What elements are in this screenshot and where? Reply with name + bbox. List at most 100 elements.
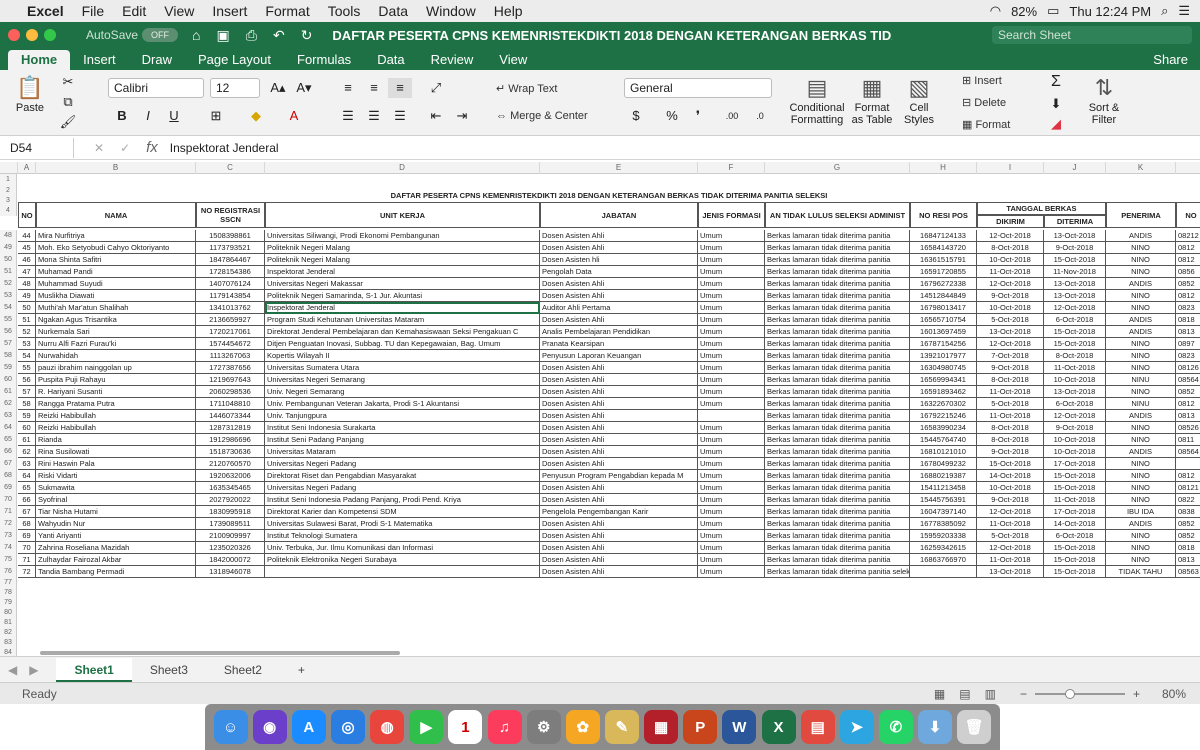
cell-nama[interactable]: Moh. Eko Setyobudi Cahyo Oktoriyanto xyxy=(36,242,196,254)
dock-downloads-icon[interactable]: ⬇ xyxy=(918,710,953,744)
app-menu[interactable]: Excel xyxy=(18,3,73,19)
cell-ket[interactable]: Berkas lamaran tidak diterima panitia xyxy=(765,314,910,326)
normal-view-icon[interactable]: ▦ xyxy=(934,687,945,701)
cell-resi[interactable]: 13921017977 xyxy=(910,350,977,362)
cell-unit[interactable]: Univ. Pembangunan Veteran Jakarta, Prodi… xyxy=(265,398,540,410)
cell-resi[interactable]: 16796272338 xyxy=(910,278,977,290)
row-header[interactable]: 58 xyxy=(0,350,17,362)
cell-ket[interactable]: Berkas lamaran tidak diterima panitia xyxy=(765,434,910,446)
cell-terima[interactable]: 10-Oct-2018 xyxy=(1044,374,1106,386)
fill-color-icon[interactable]: ◆ xyxy=(244,106,268,126)
cell-jenis[interactable]: Umum xyxy=(698,230,765,242)
cell-x[interactable]: 0811 xyxy=(1176,434,1200,446)
cell-x[interactable]: 0897 xyxy=(1176,338,1200,350)
cell-nama[interactable]: Reizki Habibullah xyxy=(36,422,196,434)
cell-nama[interactable]: Zulhaydar Fairozal Akbar xyxy=(36,554,196,566)
cell-reg[interactable]: 1720217061 xyxy=(196,326,265,338)
cell-pen[interactable]: NINO xyxy=(1106,494,1176,506)
cell-terima[interactable]: 10-Oct-2018 xyxy=(1044,434,1106,446)
cell-no[interactable]: 45 xyxy=(18,242,36,254)
cell-pen[interactable]: NINO xyxy=(1106,458,1176,470)
cell-unit[interactable]: Direktorat Jenderal Pembelajaran dan Kem… xyxy=(265,326,540,338)
cell-jenis[interactable] xyxy=(698,410,765,422)
cell-jenis[interactable]: Umum xyxy=(698,554,765,566)
cell-kirim[interactable]: 10-Oct-2018 xyxy=(977,254,1044,266)
cell-jab[interactable]: Dosen Asisten Ahli xyxy=(540,314,698,326)
cell-jab[interactable]: Dosen Asisten Ahli xyxy=(540,374,698,386)
cell-kirim[interactable]: 13-Oct-2018 xyxy=(977,326,1044,338)
zoom-in-button[interactable]: + xyxy=(1133,687,1140,701)
align-left-icon[interactable]: ☰ xyxy=(336,106,360,126)
cell-x[interactable]: 0812 xyxy=(1176,470,1200,482)
row-header[interactable]: 52 xyxy=(0,278,17,290)
cell-ket[interactable]: Berkas lamaran tidak diterima panitia xyxy=(765,290,910,302)
battery-icon[interactable]: ▭ xyxy=(1047,3,1059,19)
insert-cells-button[interactable]: ⊞ Insert xyxy=(962,74,1002,87)
cell-jab[interactable]: Analis Pembelajaran Pendidikan xyxy=(540,326,698,338)
function-icon[interactable]: fx xyxy=(146,139,158,156)
cell-terima[interactable]: 14-Oct-2018 xyxy=(1044,518,1106,530)
cell-kirim[interactable]: 8-Oct-2018 xyxy=(977,242,1044,254)
cell-unit[interactable]: Institut Seni Indonesia Surakarta xyxy=(265,422,540,434)
cell-kirim[interactable]: 12-Oct-2018 xyxy=(977,506,1044,518)
cell-no[interactable]: 44 xyxy=(18,230,36,242)
row-header[interactable]: 72 xyxy=(0,518,17,530)
cell-jenis[interactable]: Umum xyxy=(698,290,765,302)
row-header[interactable]: 70 xyxy=(0,494,17,506)
cell-jab[interactable]: Dosen Asisten Ahli xyxy=(540,518,698,530)
cell-x[interactable]: 0823 xyxy=(1176,350,1200,362)
cell-ket[interactable]: Berkas lamaran tidak diterima panitia xyxy=(765,254,910,266)
cell-jenis[interactable]: Umum xyxy=(698,482,765,494)
cell-unit[interactable]: Program Studi Kehutanan Universitas Mata… xyxy=(265,314,540,326)
cell-nama[interactable]: Ngakan Agus Trisantika xyxy=(36,314,196,326)
cell-jab[interactable]: Dosen Asisten Ahli xyxy=(540,542,698,554)
cell-pen[interactable]: NINO xyxy=(1106,434,1176,446)
row-header[interactable]: 4 xyxy=(0,206,17,216)
cell-ket[interactable]: Berkas lamaran tidak diterima panitia xyxy=(765,542,910,554)
add-sheet-button[interactable]: + xyxy=(280,658,323,682)
decrease-indent-icon[interactable]: ⇤ xyxy=(424,106,448,126)
cell-ket[interactable]: Berkas lamaran tidak diterima panitia xyxy=(765,554,910,566)
row-header[interactable]: 1 xyxy=(0,174,17,186)
cell-terima[interactable]: 11-Oct-2018 xyxy=(1044,494,1106,506)
column-header[interactable]: D xyxy=(265,162,540,174)
cell-pen[interactable]: NINO xyxy=(1106,350,1176,362)
undo-icon[interactable]: ↶ xyxy=(273,27,285,44)
cell-resi[interactable]: 16565710754 xyxy=(910,314,977,326)
dock-pdf-icon[interactable]: ▤ xyxy=(800,710,835,744)
cell-reg[interactable]: 1830995918 xyxy=(196,506,265,518)
cell-jab[interactable]: Dosen Asisten Ahli xyxy=(540,422,698,434)
cancel-formula-icon[interactable]: ✕ xyxy=(94,141,104,155)
cell-x[interactable]: 0812 xyxy=(1176,254,1200,266)
row-header[interactable]: 62 xyxy=(0,398,17,410)
dock-powerpoint-icon[interactable]: P xyxy=(683,710,718,744)
cell-jab[interactable]: Penyusun Program Pengabdian kepada M xyxy=(540,470,698,482)
cell-reg[interactable]: 1912986696 xyxy=(196,434,265,446)
cell-x[interactable]: 0852 xyxy=(1176,278,1200,290)
cell-reg[interactable]: 1235020326 xyxy=(196,542,265,554)
row-header[interactable]: 84 xyxy=(0,648,17,656)
cell-jab[interactable]: Dosen Asisten Ahli xyxy=(540,290,698,302)
cell-x[interactable]: 0813 xyxy=(1176,326,1200,338)
row-header[interactable]: 68 xyxy=(0,470,17,482)
row-header[interactable]: 57 xyxy=(0,338,17,350)
cell-nama[interactable]: Riski Vidarti xyxy=(36,470,196,482)
cell-terima[interactable]: 13-Oct-2018 xyxy=(1044,230,1106,242)
cell-unit[interactable]: Universitas Negeri Makassar xyxy=(265,278,540,290)
cell-no[interactable]: 59 xyxy=(18,410,36,422)
cell-pen[interactable]: NINO xyxy=(1106,254,1176,266)
menu-file[interactable]: File xyxy=(73,3,114,19)
cell-jab[interactable]: Dosen Asisten Ahli xyxy=(540,494,698,506)
cell-reg[interactable]: 1842000072 xyxy=(196,554,265,566)
cell-ket[interactable]: Berkas lamaran tidak diterima panitia xyxy=(765,506,910,518)
row-header[interactable]: 61 xyxy=(0,386,17,398)
tab-review[interactable]: Review xyxy=(418,50,487,70)
cell-jab[interactable]: Dosen Asisten Ahli xyxy=(540,482,698,494)
row-header[interactable]: 81 xyxy=(0,618,17,628)
align-middle-icon[interactable]: ≡ xyxy=(362,78,386,98)
cell-terima[interactable]: 6-Oct-2018 xyxy=(1044,530,1106,542)
cell-terima[interactable]: 15-Oct-2018 xyxy=(1044,566,1106,578)
increase-indent-icon[interactable]: ⇥ xyxy=(450,106,474,126)
cell-resi[interactable] xyxy=(910,566,977,578)
cell-resi[interactable]: 16847124133 xyxy=(910,230,977,242)
